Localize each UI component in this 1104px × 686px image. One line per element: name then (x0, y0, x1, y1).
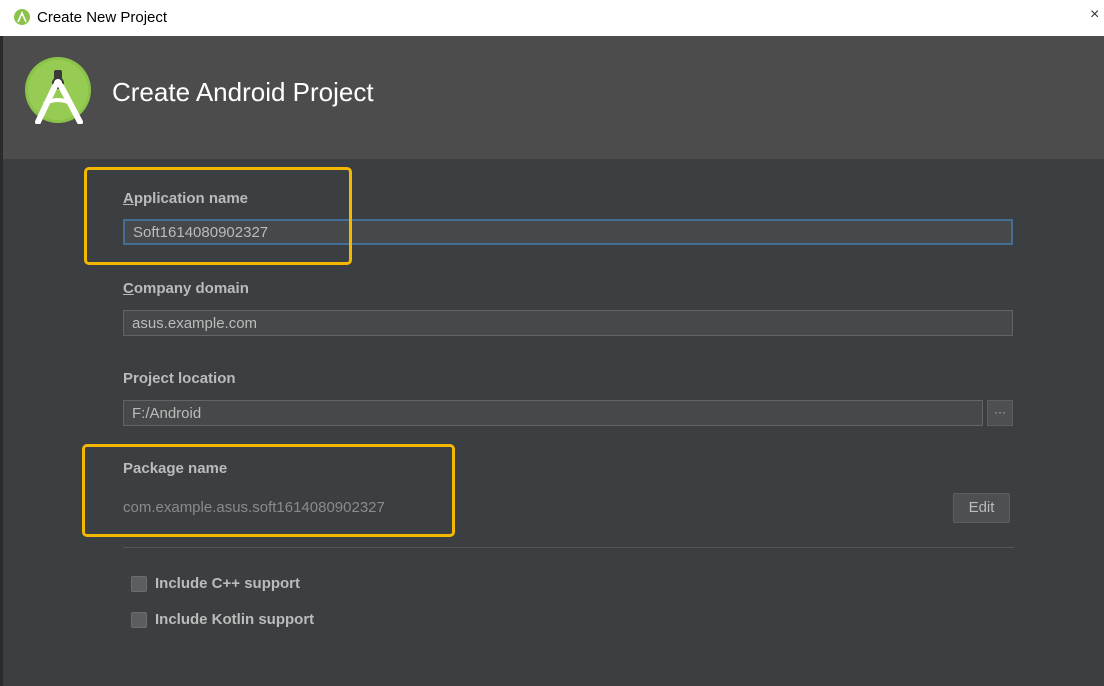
company-domain-input[interactable]: asus.example.com (123, 310, 1013, 336)
company-domain-label-mnemonic: C (123, 280, 134, 297)
window-title: Create New Project (37, 9, 168, 26)
highlight-box-app-name (84, 167, 352, 265)
project-location-label: Project location (123, 370, 236, 387)
company-domain-label-text: ompany domain (133, 280, 249, 297)
page-title: Create Android Project (112, 77, 374, 107)
highlight-box-package-name (82, 444, 455, 537)
wizard-header: Create Android Project (0, 36, 1104, 159)
kotlin-support-label[interactable]: Include Kotlin support (155, 611, 314, 628)
kotlin-support-checkbox[interactable] (131, 612, 147, 628)
options-divider (123, 547, 1014, 548)
project-location-input[interactable]: F:/Android (123, 400, 983, 426)
android-studio-logo-icon (25, 57, 91, 124)
browse-button[interactable]: ··· (987, 400, 1013, 426)
cpp-support-label[interactable]: Include C++ support (155, 575, 300, 592)
window-left-edge (0, 36, 3, 686)
window-titlebar: Create New Project × (0, 0, 1104, 36)
cpp-support-checkbox[interactable] (131, 576, 147, 592)
edit-package-button[interactable]: Edit (953, 493, 1010, 523)
close-icon[interactable]: × (1090, 6, 1104, 26)
android-studio-app-icon (14, 9, 30, 25)
company-domain-label: Company domain (123, 280, 249, 297)
